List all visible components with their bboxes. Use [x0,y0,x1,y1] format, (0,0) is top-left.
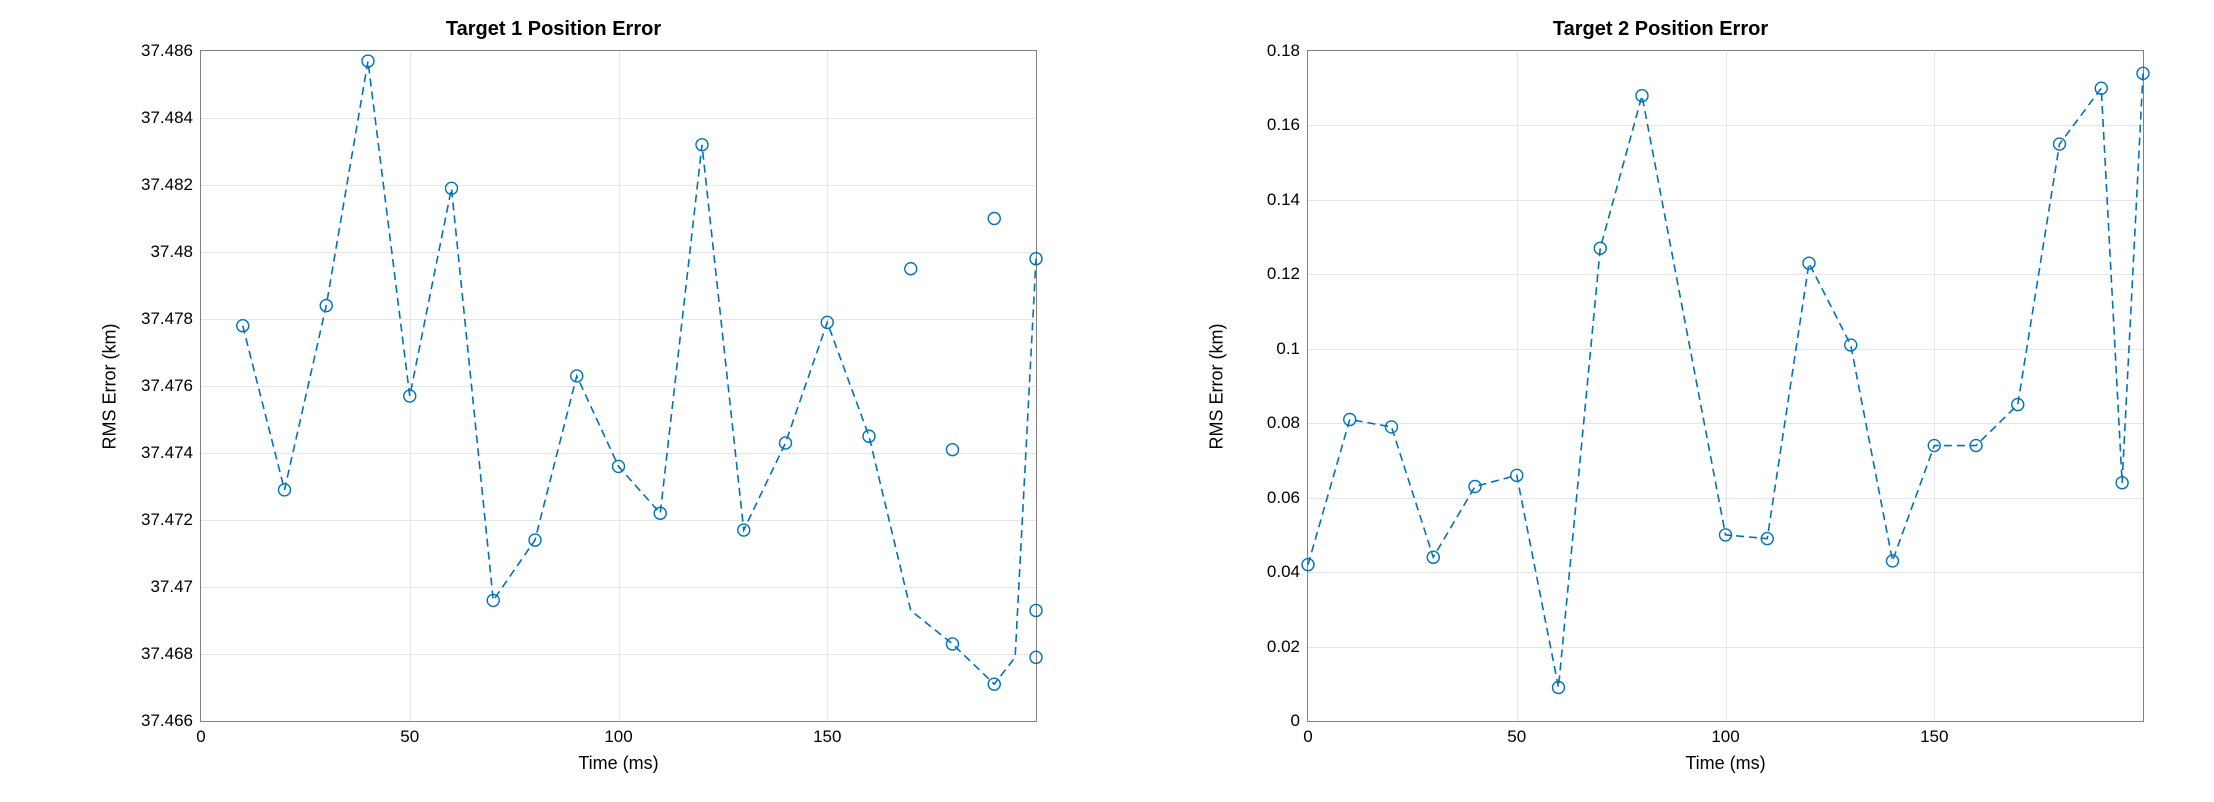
subplot-1: Target 1 Position Error 05010015037.4663… [0,0,1107,802]
ytick-label: 0.16 [1267,115,1300,135]
xtick-label: 150 [813,727,841,747]
ytick-label: 0.02 [1267,637,1300,657]
series-marker [1344,414,1356,426]
subplot-2-title: Target 2 Position Error [1107,18,2214,41]
xtick-label: 50 [1507,727,1526,747]
series-marker [947,638,959,650]
subplot-1-axes: 05010015037.46637.46837.4737.47237.47437… [200,50,1037,722]
ytick-label: 37.47 [150,577,193,597]
series-marker [988,213,1000,225]
ytick-label: 37.482 [141,175,193,195]
ytick-label: 37.468 [141,644,193,664]
xtick-label: 0 [1303,727,1312,747]
chart-svg [1308,51,2143,721]
ytick-label: 0.1 [1276,339,1300,359]
xtick-label: 0 [196,727,205,747]
ytick-label: 37.474 [141,443,193,463]
ytick-label: 37.48 [150,242,193,262]
subplot-1-xlabel: Time (ms) [200,753,1037,774]
series-marker [947,444,959,456]
subplot-2: Target 2 Position Error 05010015000.020.… [1107,0,2214,802]
ytick-label: 0.12 [1267,264,1300,284]
subplot-2-ylabel-text: RMS Error (km) [1207,323,1228,449]
xtick-label: 150 [1920,727,1948,747]
subplot-1-ylabel-text: RMS Error (km) [100,323,121,449]
series-marker [1030,651,1042,663]
subplot-2-xlabel: Time (ms) [1307,753,2144,774]
ytick-label: 0.14 [1267,190,1300,210]
series-marker [2095,82,2107,94]
ytick-label: 37.478 [141,309,193,329]
subplot-2-ylabel: RMS Error (km) [1197,50,1237,722]
ytick-label: 37.484 [141,108,193,128]
figure-container: Target 1 Position Error 05010015037.4663… [0,0,2214,802]
ytick-label: 0 [1291,711,1300,731]
series-line [1308,73,2143,687]
series-marker [863,430,875,442]
subplot-1-title: Target 1 Position Error [0,18,1107,41]
subplot-1-ylabel: RMS Error (km) [90,50,130,722]
xtick-label: 100 [604,727,632,747]
ytick-label: 0.06 [1267,488,1300,508]
series-marker [780,437,792,449]
ytick-label: 37.486 [141,41,193,61]
ytick-label: 37.472 [141,510,193,530]
series-line [243,61,1036,684]
ytick-label: 0.18 [1267,41,1300,61]
ytick-label: 0.04 [1267,562,1300,582]
ytick-label: 37.466 [141,711,193,731]
series-marker [1469,481,1481,493]
chart-svg [201,51,1036,721]
xtick-label: 100 [1711,727,1739,747]
series-marker [1030,604,1042,616]
subplot-2-axes: 05010015000.020.040.060.080.10.120.140.1… [1307,50,2144,722]
series-marker [905,263,917,275]
ytick-label: 37.476 [141,376,193,396]
ytick-label: 0.08 [1267,413,1300,433]
xtick-label: 50 [400,727,419,747]
